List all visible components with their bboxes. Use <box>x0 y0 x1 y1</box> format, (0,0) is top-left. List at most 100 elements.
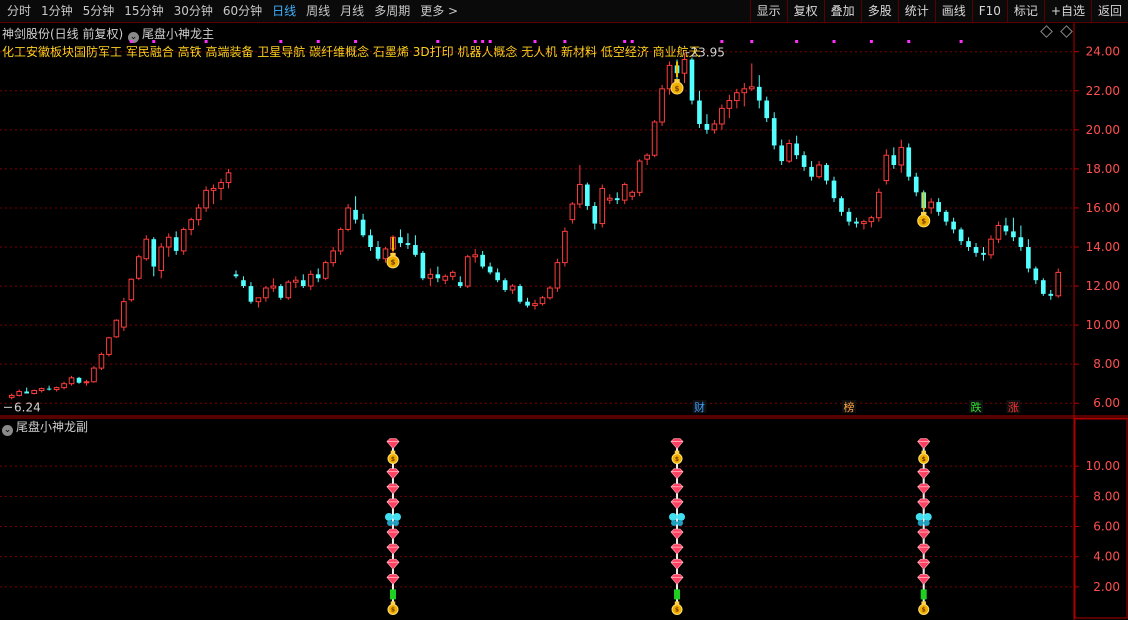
candle-body <box>831 180 837 199</box>
period-tab[interactable]: 更多 > <box>415 0 463 22</box>
sub-y-tick-label: 8.00 <box>1093 489 1120 503</box>
toolbar-button[interactable]: 复权 <box>786 0 824 22</box>
candle-body <box>91 367 97 383</box>
candle <box>854 217 859 228</box>
candle <box>681 52 688 83</box>
toolbar-button[interactable]: 画线 <box>934 0 972 22</box>
candle <box>495 268 500 283</box>
butterfly-wing <box>915 512 924 521</box>
candle <box>876 188 882 222</box>
period-tab[interactable]: 30分钟 <box>169 0 218 22</box>
toolbar-button[interactable]: +自选 <box>1043 0 1091 22</box>
candle-body <box>539 297 546 305</box>
candle-body <box>554 262 561 289</box>
candle-body <box>1048 293 1054 296</box>
toolbar-button[interactable]: 标记 <box>1006 0 1044 22</box>
candle <box>442 274 449 285</box>
y-tick-label: 12.00 <box>1086 279 1120 293</box>
candle-body <box>292 279 299 283</box>
candle-body <box>906 147 912 177</box>
candle <box>958 227 964 246</box>
candle-body <box>315 274 321 279</box>
candle-body <box>741 88 748 94</box>
toolbar-button[interactable]: 显示 <box>749 0 787 22</box>
y-tick-label: 22.00 <box>1086 84 1120 98</box>
money-bag-icon: $ <box>917 211 931 228</box>
period-tab[interactable]: 5分钟 <box>78 0 120 22</box>
candle-body <box>779 145 784 162</box>
butterfly-wing <box>392 512 401 521</box>
candle-body <box>525 301 530 306</box>
toolbar-button[interactable]: 多股 <box>860 0 898 22</box>
candle-body <box>1003 225 1009 232</box>
candle-body <box>337 228 344 252</box>
money-bag-icon: $ <box>671 601 683 615</box>
butterfly-wing <box>392 519 399 526</box>
candle-body <box>248 286 254 302</box>
candle-body <box>697 100 702 124</box>
kline-chart[interactable]: 6.00 8.00 10.00 12.00 14.00 16.00 18.00 20.00 22… <box>0 23 1128 620</box>
period-tab[interactable]: 日线 <box>267 0 301 22</box>
gem-shape <box>917 573 931 585</box>
period-tab[interactable]: 月线 <box>335 0 369 22</box>
sub-y-tick-label: 4.00 <box>1093 550 1120 564</box>
arrow-shape <box>920 589 927 600</box>
candle-body <box>988 238 994 256</box>
candle-body <box>435 274 441 279</box>
candle <box>420 250 426 281</box>
y-tick-label: 18.00 <box>1086 162 1120 176</box>
gem-icon <box>386 543 400 555</box>
candle <box>988 235 994 259</box>
candle-body <box>854 221 859 224</box>
candle <box>734 88 740 109</box>
candle-body <box>53 387 60 391</box>
arrow-up-icon <box>674 589 681 600</box>
butterfly-wing <box>677 512 686 521</box>
candle <box>91 366 97 383</box>
candle <box>353 196 358 224</box>
candle-body <box>809 166 814 177</box>
candle-body <box>846 211 852 222</box>
gem-icon <box>917 573 931 585</box>
arrow-up-icon <box>389 589 396 600</box>
candle <box>255 297 262 308</box>
gem-shape <box>386 498 400 510</box>
candle-body <box>958 229 964 242</box>
candle-body <box>861 221 867 225</box>
candle-body <box>368 235 373 248</box>
candle <box>24 387 30 394</box>
candle-body <box>121 301 127 328</box>
period-tab[interactable]: 多周期 <box>369 0 415 22</box>
candle-body <box>278 286 284 298</box>
candle-body <box>449 271 456 277</box>
candle-body <box>771 118 777 146</box>
candle <box>936 198 941 216</box>
butterfly-wing <box>384 512 393 521</box>
candle <box>629 190 635 201</box>
candle <box>449 270 456 281</box>
candle-body <box>8 394 15 398</box>
toolbar-button[interactable]: 返回 <box>1090 0 1128 22</box>
period-tab[interactable]: 1分钟 <box>36 0 78 22</box>
candle <box>285 280 292 300</box>
y-tick-label: 6.00 <box>1093 396 1120 410</box>
candle <box>846 207 852 226</box>
toolbar-button[interactable]: 叠加 <box>823 0 861 22</box>
period-tab[interactable]: 15分钟 <box>119 0 168 22</box>
period-tab[interactable]: 分时 <box>2 0 36 22</box>
candle <box>487 262 493 275</box>
period-tab[interactable]: 周线 <box>301 0 335 22</box>
candle <box>614 192 620 205</box>
candle <box>906 143 912 181</box>
gem-shape <box>670 438 684 450</box>
candle <box>53 386 60 392</box>
candle <box>61 381 67 390</box>
toolbar-button[interactable]: 统计 <box>897 0 935 22</box>
dollar-sign: $ <box>391 607 395 614</box>
toolbar-button[interactable]: F10 <box>971 0 1007 22</box>
signal-dot <box>152 40 156 43</box>
period-tab[interactable]: 60分钟 <box>218 0 267 22</box>
y-tick-label: 10.00 <box>1086 318 1120 332</box>
candle <box>413 235 418 257</box>
candle-body <box>188 219 194 230</box>
